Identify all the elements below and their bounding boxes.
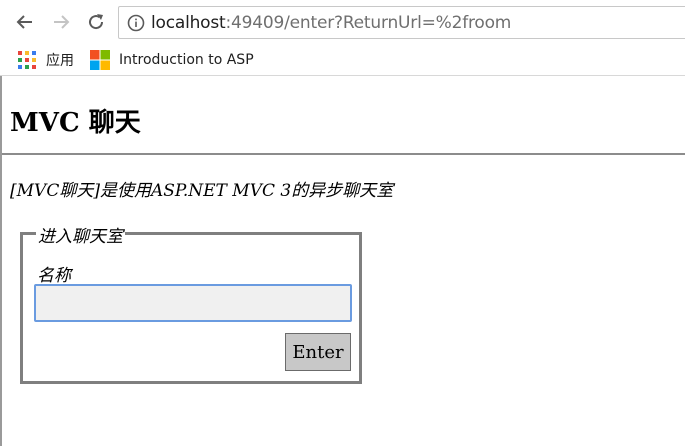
horizontal-rule [2, 153, 685, 155]
enter-button[interactable]: Enter [285, 333, 351, 371]
forward-button[interactable] [49, 10, 73, 34]
apps-grid-icon [18, 51, 36, 69]
fieldset-legend: 进入聊天室 [36, 222, 125, 247]
url-host: localhost [151, 12, 226, 33]
reload-icon [89, 14, 104, 30]
name-label: 名称 [37, 266, 71, 286]
bookmark-apps[interactable]: 应用 [18, 48, 74, 72]
page-title: MVC 聊天 [10, 108, 141, 138]
browser-toolbar: localhost:49409/enter?ReturnUrl=%2froom [0, 0, 685, 44]
reload-button[interactable] [84, 10, 108, 34]
bookmark-apps-label: 应用 [46, 53, 74, 69]
page-description: [MVC聊天]是使用ASP.NET MVC 3的异步聊天室 [10, 181, 394, 201]
microsoft-logo-icon [90, 50, 110, 70]
name-input[interactable] [34, 284, 352, 322]
url-path: :49409/enter?ReturnUrl=%2froom [225, 12, 512, 33]
enter-room-fieldset: 进入聊天室 名称 Enter [20, 222, 362, 384]
bookmark-introduction-asp[interactable]: Introduction to ASP [90, 48, 294, 72]
bookmark-introduction-asp-label: Introduction to ASP [119, 52, 254, 68]
back-arrow-icon [16, 15, 32, 29]
address-bar[interactable]: localhost:49409/enter?ReturnUrl=%2froom [118, 6, 685, 39]
back-button[interactable] [13, 10, 37, 34]
info-icon[interactable] [127, 14, 145, 32]
forward-arrow-icon [54, 15, 70, 29]
page-content: MVC 聊天 [MVC聊天]是使用ASP.NET MVC 3的异步聊天室 进入聊… [0, 76, 685, 446]
bookmarks-bar: 应用 Introduction to ASP [0, 44, 685, 76]
url-text: localhost:49409/enter?ReturnUrl=%2froom [151, 13, 511, 33]
